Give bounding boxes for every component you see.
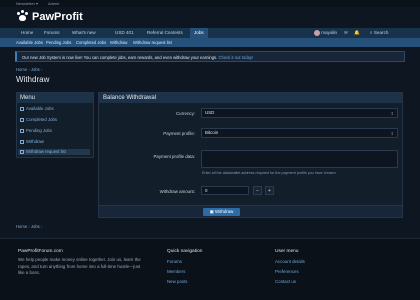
footer-site-title: PawProfitForum.com (18, 249, 63, 254)
footer-quick-nav-title: Quick navigation (167, 249, 203, 254)
footer-link-account-details[interactable]: Account details (275, 259, 305, 264)
form-actions: ▣ Withdraw (99, 205, 402, 217)
site-logo[interactable]: PawProfit (16, 10, 83, 23)
withdraw-button-label: Withdraw (215, 209, 234, 214)
subnav-completed-jobs[interactable]: Completed Jobs (76, 38, 106, 47)
currency-label: Currency: (175, 111, 195, 116)
alerts-icon[interactable]: ✉ (344, 28, 348, 38)
user-menu[interactable]: mayalin (314, 28, 337, 38)
menu-item-pending-jobs[interactable]: Pending Jobs (20, 128, 52, 133)
chevron-down-icon: ⇕ (390, 111, 394, 116)
paw-icon (16, 10, 29, 23)
site-footer: PawProfitForum.com We help people make m… (0, 238, 420, 300)
search-button[interactable]: ⌕ Search (370, 28, 388, 38)
clock-icon (20, 128, 24, 133)
sub-nav: Available Jobs Pending Jobs Completed Jo… (0, 38, 420, 47)
search-icon: ⌕ (370, 30, 373, 35)
withdraw-amount-label: Withdraw amount: (159, 189, 195, 194)
nav-usd[interactable]: USD 401 (115, 28, 134, 38)
breadcrumb-jobs[interactable]: Jobs (31, 67, 40, 72)
menu-item-label: Completed Jobs (26, 117, 58, 122)
footer-link-preferences[interactable]: Preferences (275, 269, 299, 274)
withdraw-button[interactable]: ▣ Withdraw (203, 208, 240, 216)
breadcrumb-bottom: Home › Jobs › (16, 224, 43, 229)
nav-referral-contests[interactable]: Referral Contests (147, 28, 183, 38)
footer-link-members[interactable]: Members (167, 269, 185, 274)
menu-item-label: Withdraw request list (26, 149, 66, 154)
nav-home[interactable]: Home (21, 28, 33, 38)
increment-button[interactable]: + (265, 186, 274, 195)
menu-item-withdraw[interactable]: Withdraw (20, 139, 44, 144)
admin-link[interactable]: Admin (48, 1, 59, 6)
breadcrumb-home[interactable]: Home (16, 224, 27, 229)
payment-data-hint: Enter all the data/wallet address requir… (202, 171, 336, 175)
footer-link-contact-us[interactable]: Contact us (275, 279, 296, 284)
menu-item-completed-jobs[interactable]: Completed Jobs (20, 117, 57, 122)
payment-profile-value: Bitcoin (205, 130, 219, 135)
payment-data-label: Payment profile data: (153, 154, 196, 159)
notice-message: Our new Job System is now live! You can … (22, 54, 218, 60)
page-title: Withdraw (16, 75, 50, 84)
subnav-pending-jobs[interactable]: Pending Jobs (46, 38, 71, 47)
nav-forums[interactable]: Forums (44, 28, 60, 38)
menu-title: Menu (17, 93, 93, 103)
menu-item-label: Pending Jobs (26, 128, 53, 133)
chevron-down-icon: ⇕ (390, 131, 394, 136)
payment-profile-label: Payment profile: (163, 131, 195, 136)
check-icon (20, 117, 24, 122)
nav-jobs[interactable]: Jobs (190, 28, 208, 38)
notice-link[interactable]: Check it out today! (218, 55, 253, 60)
breadcrumb-home[interactable]: Home (16, 67, 27, 72)
search-label: Search (373, 30, 389, 35)
withdraw-form: Balance Withdrawal Currency: USD ⇕ Payme… (98, 92, 403, 218)
currency-select[interactable]: USD ⇕ (201, 108, 398, 118)
side-menu: Menu Available Jobs Completed Jobs Pendi… (16, 92, 94, 158)
menu-item-withdraw-request-list[interactable]: Withdraw request list (18, 149, 90, 155)
top-bar: Newsletter ▾ Admin (0, 0, 420, 7)
breadcrumb-jobs[interactable]: Jobs (31, 224, 40, 229)
menu-item-label: Available Jobs (26, 106, 54, 111)
notice-banner: Our new Job System is now live! You can … (15, 51, 405, 62)
menu-item-available-jobs[interactable]: Available Jobs (20, 106, 54, 111)
subnav-withdraw[interactable]: Withdraw (110, 38, 127, 47)
currency-value: USD (205, 110, 215, 115)
menu-item-label: Withdraw (26, 139, 44, 144)
payment-profile-select[interactable]: Bitcoin ⇕ (201, 128, 398, 138)
form-title: Balance Withdrawal (99, 93, 402, 103)
site-name: PawProfit (32, 10, 83, 23)
list-icon (20, 149, 24, 154)
briefcase-icon (20, 106, 24, 111)
avatar (314, 29, 320, 36)
payment-data-textarea[interactable] (201, 150, 398, 168)
subnav-withdraw-request-list[interactable]: Withdraw request list (133, 38, 172, 47)
username: mayalin (321, 30, 338, 35)
wallet-icon: ▣ (209, 209, 214, 214)
notice-text: Our new Job System is now live! You can … (22, 55, 253, 60)
subnav-available-jobs[interactable]: Available Jobs (16, 38, 43, 47)
main-nav: Home Forums What's new USD 401 Referral … (0, 28, 420, 38)
footer-link-forums[interactable]: Forums (167, 259, 182, 264)
footer-site-text: We help people make money online togethe… (18, 257, 141, 275)
nav-whats-new[interactable]: What's new (72, 28, 96, 38)
wallet-icon (20, 139, 24, 144)
newsletter-link[interactable]: Newsletter ▾ (16, 1, 38, 6)
withdraw-amount-value: 0 (205, 188, 208, 193)
decrement-button[interactable]: − (253, 186, 262, 195)
notification-icon[interactable]: 🔔 (354, 28, 360, 38)
footer-link-new-posts[interactable]: New posts (167, 279, 188, 284)
footer-user-menu-title: User menu (275, 249, 299, 254)
withdraw-amount-input[interactable]: 0 (201, 186, 249, 195)
breadcrumb: Home › Jobs › (16, 67, 43, 72)
